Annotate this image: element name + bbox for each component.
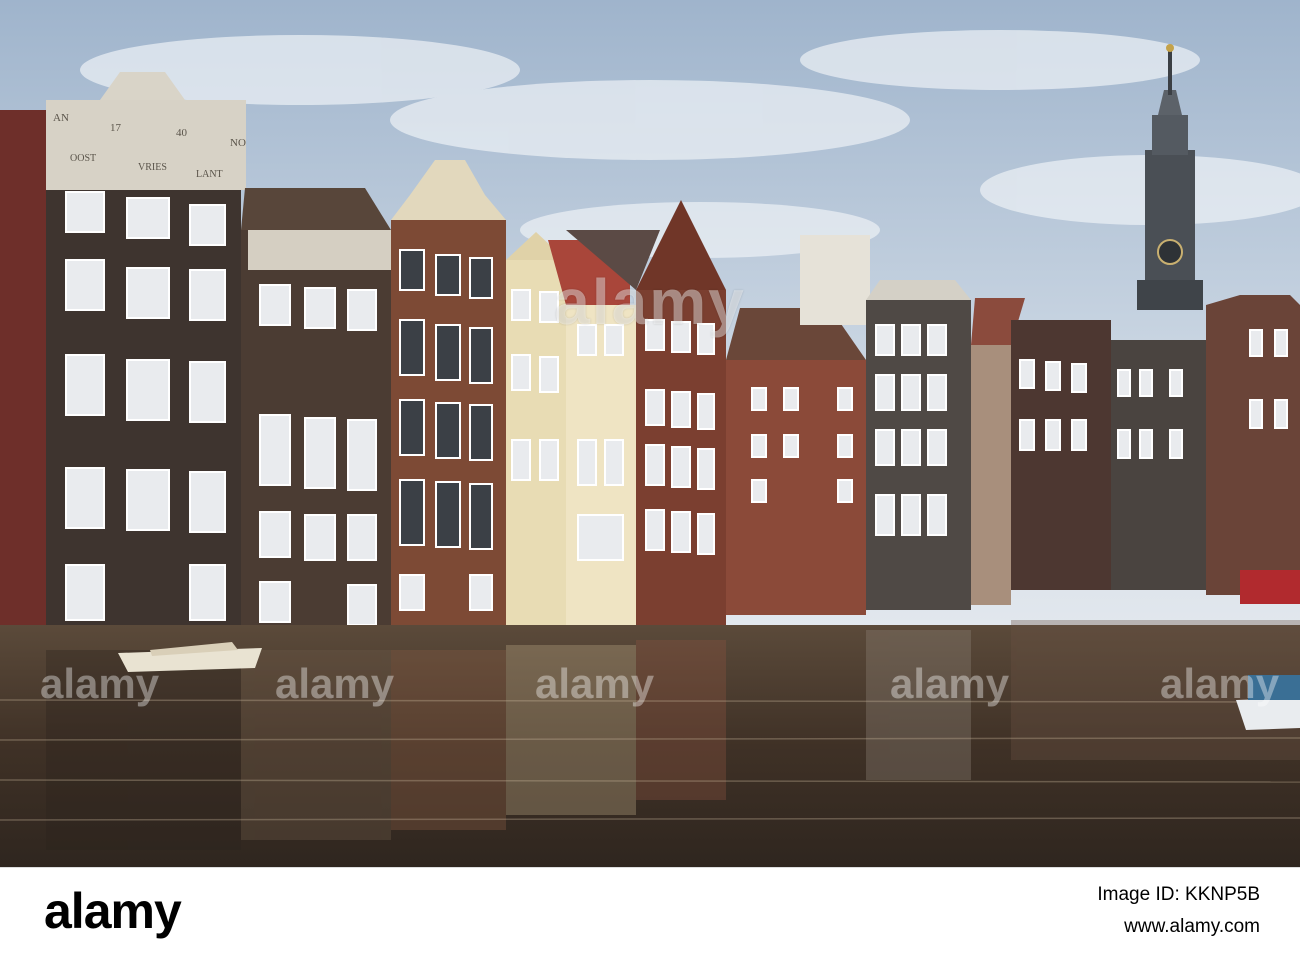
inscription-left: AN bbox=[53, 112, 69, 124]
inscription-year-1: 17 bbox=[110, 122, 122, 134]
canal-scene: AN 17 40 NO OOST VRIES LANT bbox=[0, 0, 1300, 867]
alamy-logo-text: alamy bbox=[44, 883, 182, 939]
inscription-lower-right: LANT bbox=[196, 169, 223, 180]
watermark-2: alamy bbox=[275, 660, 395, 707]
footer-info: Image ID: KKNP5B www.alamy.com bbox=[1097, 884, 1260, 938]
watermark-3: alamy bbox=[535, 660, 655, 707]
inscription-year-2: 40 bbox=[176, 127, 188, 139]
photo: AN 17 40 NO OOST VRIES LANT alamy alamy … bbox=[0, 0, 1300, 867]
watermark-1: alamy bbox=[40, 660, 160, 707]
red-barge bbox=[1240, 570, 1300, 604]
inscription-lower-left: OOST bbox=[70, 153, 96, 164]
watermark-4: alamy bbox=[890, 660, 1010, 707]
inscription-lower-mid: VRIES bbox=[138, 162, 167, 173]
inscription-right: NO bbox=[230, 137, 246, 149]
footer-bar: alamy Image ID: KKNP5B www.alamy.com bbox=[0, 867, 1300, 957]
alamy-logo[interactable]: alamy bbox=[44, 882, 182, 940]
watermark-5: alamy bbox=[1160, 660, 1280, 707]
watermark-center: alamy bbox=[554, 266, 746, 338]
site-url[interactable]: www.alamy.com bbox=[1097, 916, 1260, 938]
image-id: Image ID: KKNP5B bbox=[1097, 884, 1260, 905]
